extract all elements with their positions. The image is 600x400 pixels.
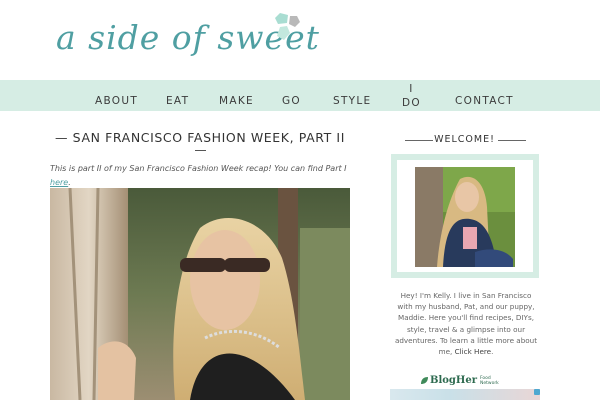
post-intro-end: . bbox=[68, 177, 71, 187]
title-divider bbox=[195, 150, 206, 151]
post-photo[interactable] bbox=[50, 188, 350, 400]
main-nav: ABOUT EAT MAKE GO STYLE I DO CONTACT bbox=[0, 80, 600, 111]
welcome-rule-right bbox=[498, 140, 526, 141]
site-logo[interactable]: a side of sweet bbox=[56, 12, 319, 70]
nav-item-i-do[interactable]: I DO bbox=[402, 83, 421, 110]
avatar-image bbox=[415, 167, 515, 267]
bio-text: Hey! I'm Kelly. I live in San Francisco … bbox=[392, 290, 540, 357]
ad-banner[interactable] bbox=[390, 389, 540, 400]
nav-item-contact[interactable]: CONTACT bbox=[455, 95, 514, 107]
nav-item-make[interactable]: MAKE bbox=[219, 95, 254, 107]
nav-item-eat[interactable]: EAT bbox=[166, 95, 189, 107]
post-title[interactable]: — SAN FRANCISCO FASHION WEEK, PART II bbox=[50, 130, 350, 145]
nav-item-i-do-line2: DO bbox=[402, 97, 421, 109]
blogher-network-line2: Network bbox=[480, 381, 499, 386]
blogher-label: BlogHer bbox=[430, 375, 477, 386]
leaf-icon bbox=[421, 377, 428, 384]
nav-item-i-do-line1: I bbox=[409, 83, 414, 95]
blogher-badge[interactable]: BlogHer Food Network bbox=[390, 375, 540, 400]
nav-item-about[interactable]: ABOUT bbox=[95, 95, 138, 107]
post-intro-link[interactable]: here bbox=[50, 178, 68, 187]
post-photo-image bbox=[50, 188, 350, 400]
bio-link[interactable]: Click Here bbox=[455, 347, 491, 356]
blogher-network: Food Network bbox=[480, 376, 499, 386]
gem-icon bbox=[275, 13, 300, 40]
post-intro-text: This is part II of my San Francisco Fash… bbox=[50, 164, 347, 173]
ad-choice-icon[interactable] bbox=[534, 389, 540, 395]
nav-item-style[interactable]: STYLE bbox=[333, 95, 371, 107]
bio-end: . bbox=[491, 347, 494, 357]
post-intro: This is part II of my San Francisco Fash… bbox=[50, 162, 350, 189]
avatar[interactable] bbox=[415, 167, 515, 267]
nav-item-go[interactable]: GO bbox=[282, 95, 301, 107]
